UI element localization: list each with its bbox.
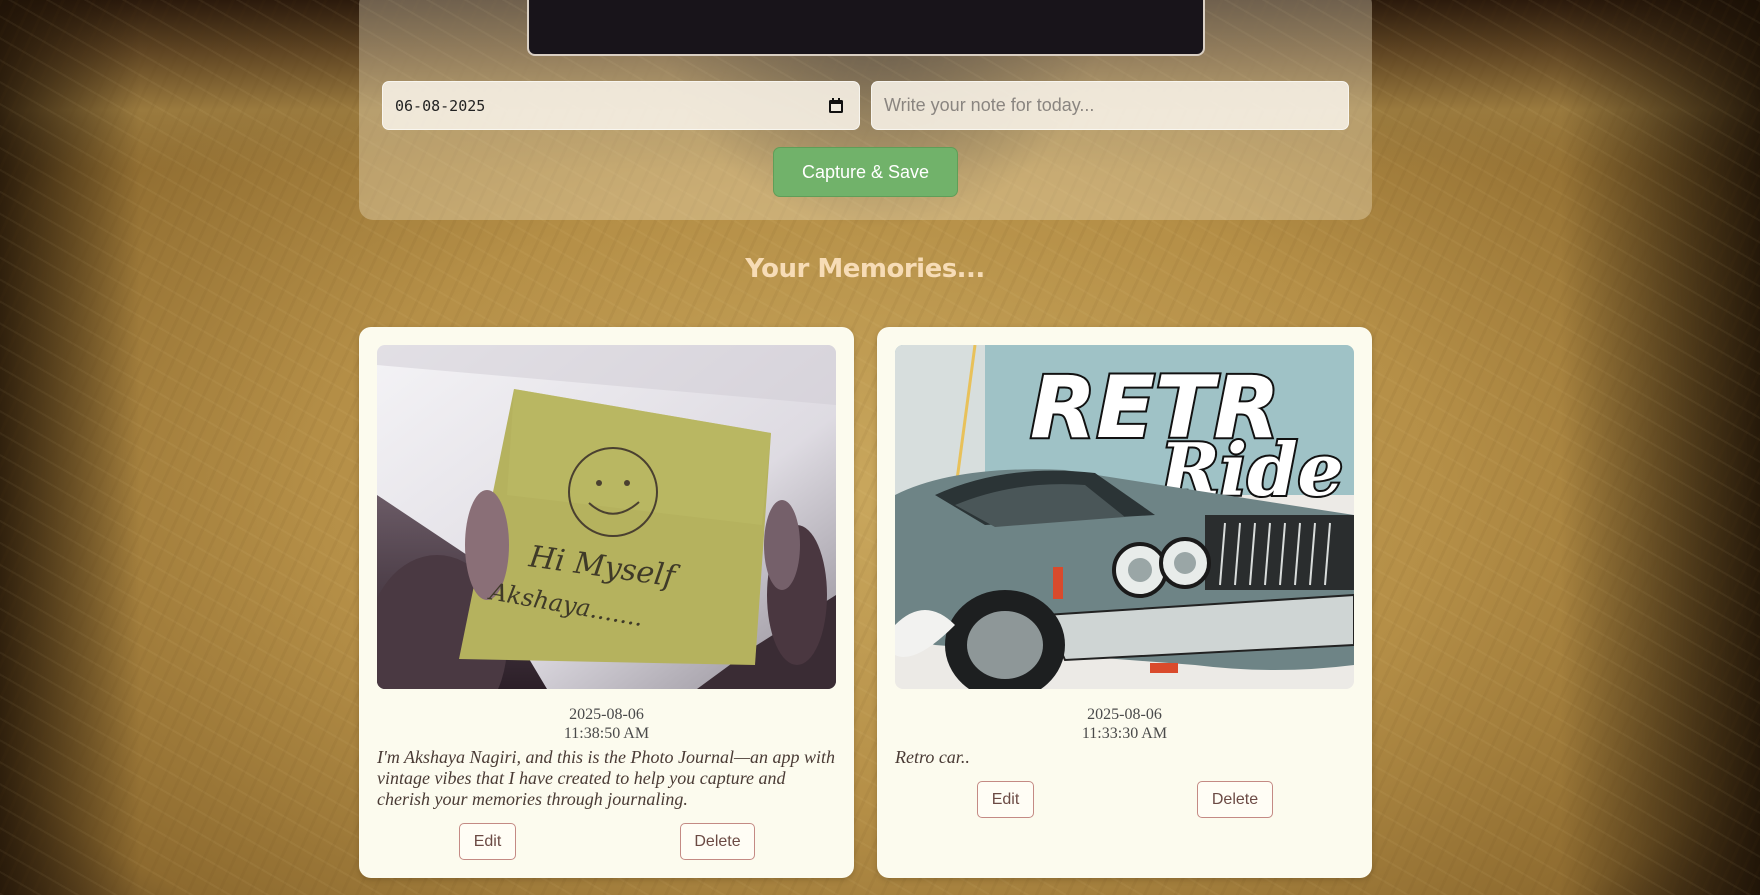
note-input[interactable] <box>871 81 1349 130</box>
memory-card: Hi Myself Akshaya....... 2025-08-06 11:3… <box>359 327 854 878</box>
camera-preview <box>527 0 1205 56</box>
memories-title: Your Memories... <box>745 254 985 284</box>
edit-button[interactable]: Edit <box>459 823 516 860</box>
edit-button[interactable]: Edit <box>977 781 1034 818</box>
memory-time: 11:38:50 AM <box>563 725 650 742</box>
memory-photo[interactable]: Hi Myself Akshaya....... <box>377 345 836 689</box>
delete-button[interactable]: Delete <box>680 823 755 860</box>
memory-note: I'm Akshaya Nagiri, and this is the Phot… <box>377 747 836 809</box>
date-input-value: 06-08-2025 <box>395 96 486 115</box>
calendar-icon[interactable] <box>821 91 851 121</box>
memory-note: Retro car.. <box>895 747 970 767</box>
memory-date: 2025-08-06 <box>1087 706 1162 723</box>
memory-card: RETR Ride 2025-08-06 11:33:30 AM Retro c… <box>877 327 1372 878</box>
memory-time: 11:33:30 AM <box>1081 725 1168 742</box>
memory-date: 2025-08-06 <box>569 706 644 723</box>
date-input[interactable]: 06-08-2025 <box>382 81 860 130</box>
delete-button[interactable]: Delete <box>1197 781 1273 818</box>
capture-save-button[interactable]: Capture & Save <box>773 147 958 197</box>
memory-photo[interactable]: RETR Ride <box>895 345 1354 689</box>
